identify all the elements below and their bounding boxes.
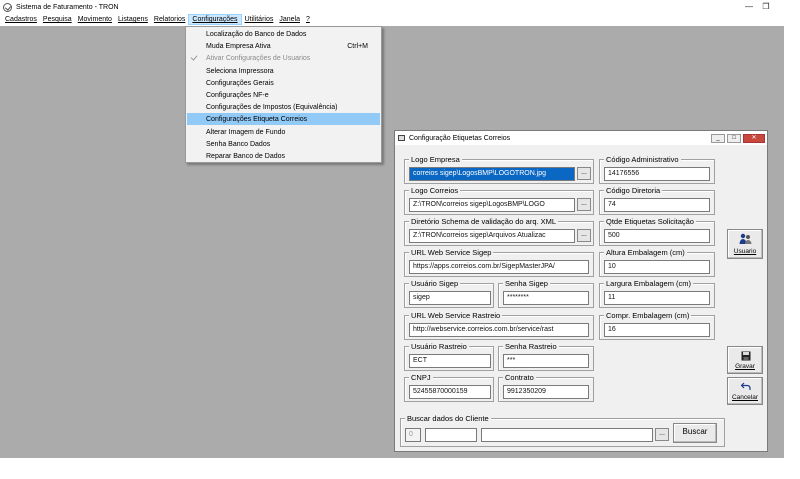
menu-movimento[interactable]: Movimento bbox=[75, 14, 115, 25]
group-senha-sigep: Senha Sigep ******** bbox=[498, 279, 594, 308]
logo-correios-field[interactable]: Z:\TRON\correios sigep\LogosBMP\LOGO bbox=[409, 198, 575, 212]
group-logo-empresa: Logo Empresa correios sigep\LogosBMP\LOG… bbox=[404, 155, 594, 184]
window-icon bbox=[398, 135, 405, 141]
buscar-button[interactable]: Buscar bbox=[673, 423, 717, 443]
menu-utilitarios[interactable]: Utilitários bbox=[242, 14, 277, 25]
comprimento-field[interactable]: 16 bbox=[604, 323, 710, 337]
schema-dir-field[interactable]: Z:\TRON\correios sigep\Arquivos Atualiza… bbox=[409, 229, 575, 243]
group-schema-dir: Diretório Schema de validação do arq. XM… bbox=[404, 217, 594, 246]
schema-dir-browse-button[interactable]: ... bbox=[577, 229, 591, 242]
codigo-diretoria-field[interactable]: 74 bbox=[604, 198, 710, 212]
group-buscar-cliente: Buscar dados do Cliente 0 ... Buscar bbox=[400, 414, 725, 447]
group-altura: Altura Embalagem (cm) 10 bbox=[599, 248, 715, 277]
group-usuario-rastreio: Usuário Rastreio ECT bbox=[404, 342, 494, 371]
cancelar-button[interactable]: Cancelar bbox=[727, 377, 763, 405]
menu-item-reparar-banco[interactable]: Reparar Banco de Dados bbox=[187, 150, 380, 162]
dialog-title: Configuração Etiquetas Correios bbox=[409, 134, 511, 142]
senha-rastreio-field[interactable]: *** bbox=[503, 354, 589, 368]
menu-item-muda-empresa[interactable]: Muda Empresa Ativa Ctrl+M bbox=[187, 40, 380, 52]
menu-item-ativar-config-usuarios: Ativar Configurações de Usuarios bbox=[187, 52, 380, 64]
menu-configuracoes[interactable]: Configurações bbox=[188, 14, 242, 25]
senha-sigep-field[interactable]: ******** bbox=[503, 291, 589, 305]
dialog-minimize-button[interactable]: _ bbox=[711, 134, 725, 143]
group-qtde-etiquetas: Qtde Etiquetas Solicitação 500 bbox=[599, 217, 715, 246]
undo-arrow-icon bbox=[741, 382, 751, 390]
group-usuario-sigep: Usuário Sigep sigep bbox=[404, 279, 494, 308]
etiquetas-correios-dialog: Configuração Etiquetas Correios _ □ ✕ Lo… bbox=[394, 130, 768, 452]
cliente-doc-field[interactable] bbox=[425, 428, 477, 442]
altura-field[interactable]: 10 bbox=[604, 260, 710, 274]
url-rastreio-field[interactable]: http://webservice.correios.com.br/servic… bbox=[409, 323, 589, 337]
menu-item-localizacao-banco[interactable]: Localização do Banco de Dados bbox=[187, 28, 380, 40]
save-disk-icon bbox=[741, 351, 751, 361]
codigo-admin-field[interactable]: 14176556 bbox=[604, 167, 710, 181]
usuario-sigep-field[interactable]: sigep bbox=[409, 291, 491, 305]
group-senha-rastreio: Senha Rastreio *** bbox=[498, 342, 594, 371]
group-largura: Largura Embalagem (cm) 11 bbox=[599, 279, 715, 308]
menu-item-config-gerais[interactable]: Configurações Gerais bbox=[187, 77, 380, 89]
menu-help[interactable]: ? bbox=[303, 14, 313, 25]
cliente-nome-field[interactable] bbox=[481, 428, 653, 442]
title-bar: Sistema de Faturamento - TRON — ❐ bbox=[0, 0, 800, 14]
logo-empresa-browse-button[interactable]: ... bbox=[577, 167, 591, 180]
menu-item-config-etiqueta-correios[interactable]: Configurações Etiqueta Correios bbox=[187, 113, 380, 125]
restore-button[interactable]: ❐ bbox=[757, 1, 775, 13]
menu-item-alterar-imagem-fundo[interactable]: Alterar Imagem de Fundo bbox=[187, 126, 380, 138]
menu-listagens[interactable]: Listagens bbox=[115, 14, 151, 25]
menu-relatorios[interactable]: Relatorios bbox=[151, 14, 189, 25]
menu-item-config-nfe[interactable]: Configurações NF-e bbox=[187, 89, 380, 101]
largura-field[interactable]: 11 bbox=[604, 291, 710, 305]
logo-empresa-field[interactable]: correios sigep\LogosBMP\LOGOTRON.jpg bbox=[409, 167, 575, 181]
cnpj-field[interactable]: 52455870000159 bbox=[409, 385, 491, 399]
usuario-rastreio-field[interactable]: ECT bbox=[409, 354, 491, 368]
right-strip bbox=[784, 26, 800, 458]
contrato-field[interactable]: 9912350209 bbox=[503, 385, 589, 399]
checkmark-icon bbox=[190, 53, 198, 61]
url-sigep-field[interactable]: https://apps.correios.com.br/SigepMaster… bbox=[409, 260, 589, 274]
cliente-code-field[interactable]: 0 bbox=[405, 428, 421, 442]
logo-correios-browse-button[interactable]: ... bbox=[577, 198, 591, 211]
app-icon bbox=[3, 2, 12, 12]
application-window: Sistema de Faturamento - TRON — ❐ Cadast… bbox=[0, 0, 800, 479]
minimize-button[interactable]: — bbox=[740, 1, 758, 13]
group-contrato: Contrato 9912350209 bbox=[498, 373, 594, 402]
dialog-close-button[interactable]: ✕ bbox=[743, 134, 765, 143]
cliente-browse-button[interactable]: ... bbox=[655, 428, 669, 441]
menu-item-senha-banco[interactable]: Senha Banco Dados bbox=[187, 138, 380, 150]
group-url-sigep: URL Web Service Sigep https://apps.corre… bbox=[404, 248, 594, 277]
group-codigo-diretoria: Código Diretoria 74 bbox=[599, 186, 715, 215]
qtde-etiquetas-field[interactable]: 500 bbox=[604, 229, 710, 243]
gravar-button[interactable]: Gravar bbox=[727, 346, 763, 374]
menu-cadastros[interactable]: Cadastros bbox=[2, 14, 40, 25]
menu-bar: Cadastros Pesquisa Movimento Listagens R… bbox=[0, 14, 800, 25]
window-title: Sistema de Faturamento - TRON bbox=[16, 3, 119, 11]
group-url-rastreio: URL Web Service Rastreio http://webservi… bbox=[404, 311, 594, 340]
group-codigo-admin: Código Administrativo 14176556 bbox=[599, 155, 715, 184]
dialog-title-bar: Configuração Etiquetas Correios _ □ ✕ bbox=[395, 131, 767, 145]
configuracoes-dropdown: Localização do Banco de Dados Muda Empre… bbox=[185, 26, 382, 163]
dialog-maximize-button[interactable]: □ bbox=[727, 134, 741, 143]
usuario-button[interactable]: Usuario bbox=[727, 229, 763, 259]
menu-item-seleciona-impressora[interactable]: Seleciona Impressora bbox=[187, 65, 380, 77]
menu-janela[interactable]: Janela bbox=[276, 14, 303, 25]
menu-item-config-impostos[interactable]: Configurações de Impostos (Equivalência) bbox=[187, 101, 380, 113]
menu-pesquisa[interactable]: Pesquisa bbox=[40, 14, 75, 25]
group-cnpj: CNPJ 52455870000159 bbox=[404, 373, 494, 402]
group-comprimento: Compr. Embalagem (cm) 16 bbox=[599, 311, 715, 340]
shortcut-label: Ctrl+M bbox=[347, 42, 368, 50]
group-logo-correios: Logo Correios Z:\TRON\correios sigep\Log… bbox=[404, 186, 594, 215]
user-icon bbox=[739, 233, 752, 244]
